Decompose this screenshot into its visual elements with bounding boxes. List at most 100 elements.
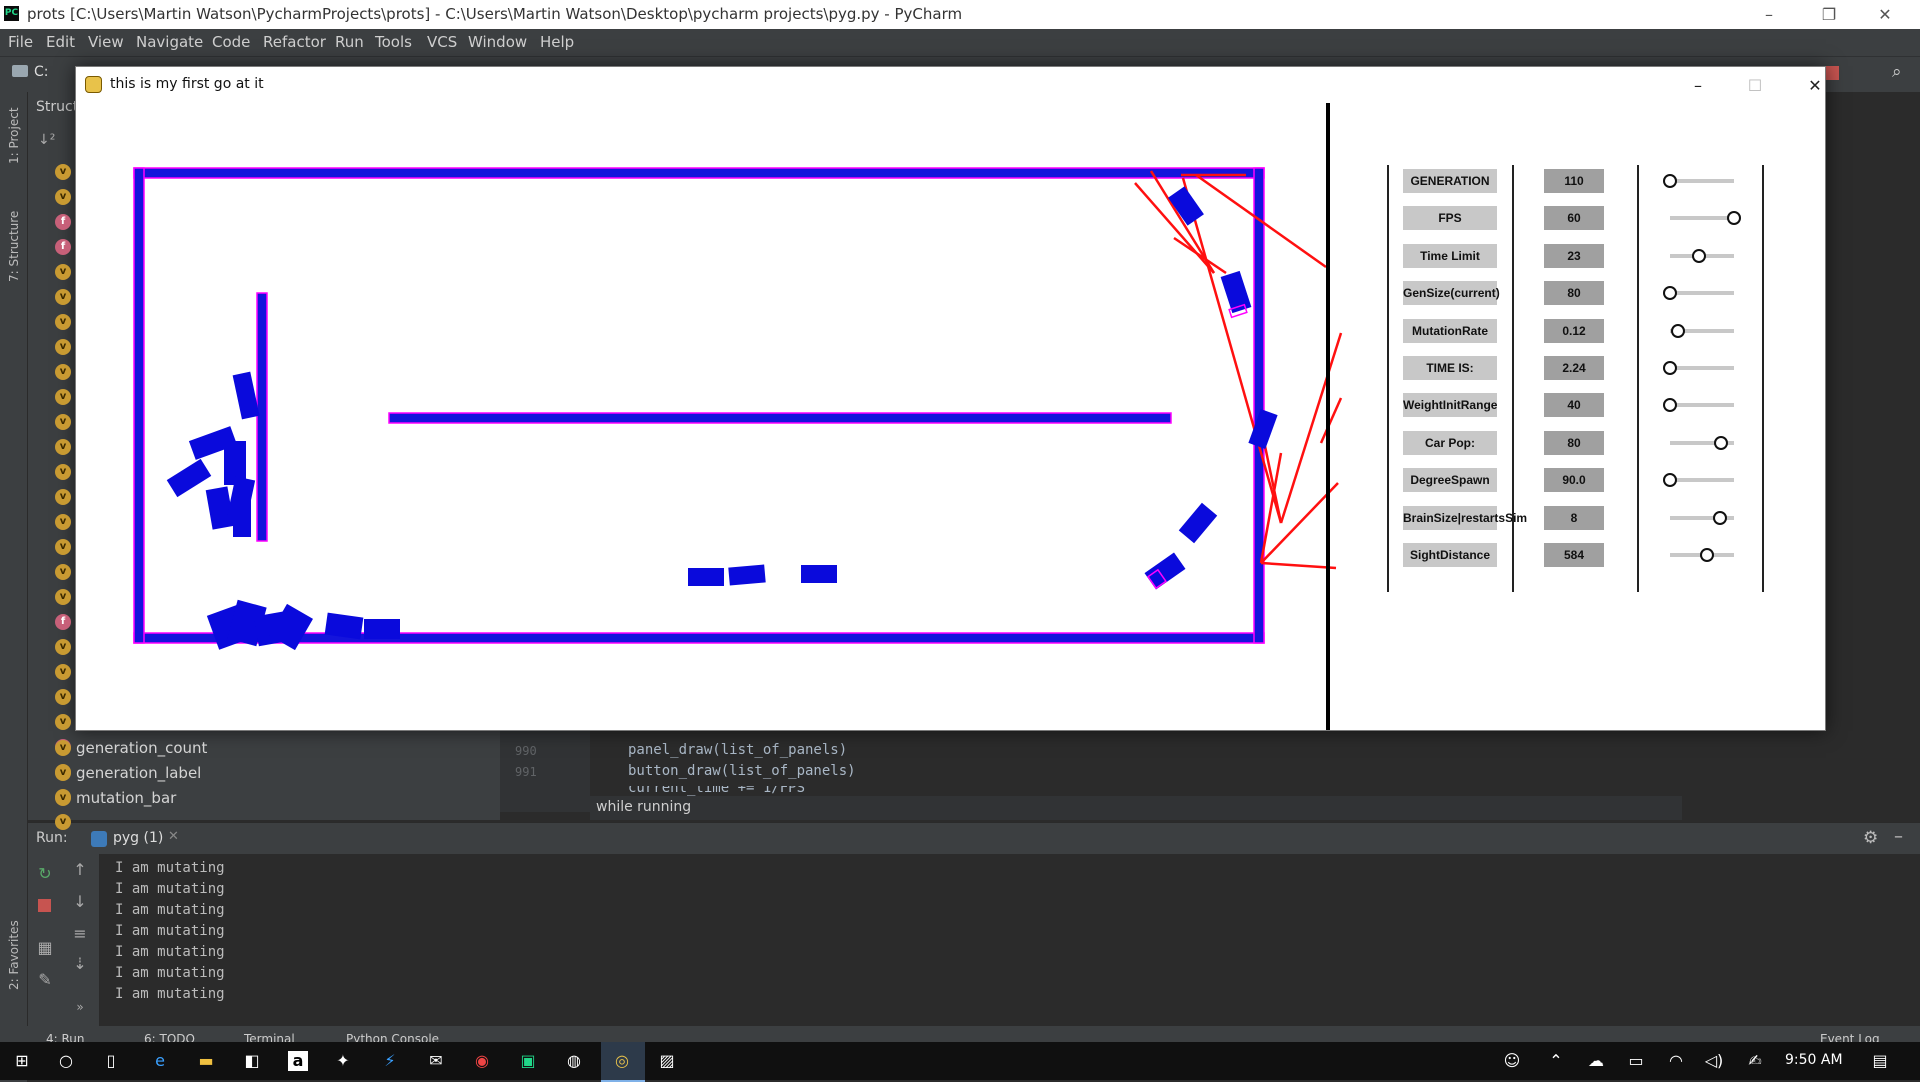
favorites-tab[interactable]: 2: Favorites — [7, 920, 21, 990]
menu-tools[interactable]: Tools — [375, 33, 412, 51]
structure-item[interactable]: generation_count — [76, 739, 207, 757]
run-tab-label[interactable]: pyg (1) — [113, 830, 163, 846]
battery-icon[interactable]: ▭ — [1626, 1051, 1646, 1071]
slider-track[interactable] — [1670, 366, 1734, 370]
menu-code[interactable]: Code — [212, 33, 250, 51]
search-icon[interactable]: ⌕ — [1892, 62, 1902, 82]
car — [688, 568, 724, 586]
windows-start-icon[interactable]: ⊞ — [12, 1051, 32, 1071]
minimize-button[interactable]: – — [1746, 0, 1792, 29]
task-view-icon[interactable]: ▯ — [101, 1051, 121, 1071]
clock[interactable]: 9:50 AM — [1785, 1052, 1843, 1068]
menu-help[interactable]: Help — [540, 33, 574, 51]
structure-item[interactable]: generation_label — [76, 764, 201, 782]
slider-knob[interactable] — [1663, 361, 1677, 375]
slider-knob[interactable] — [1670, 323, 1685, 338]
cortana-icon[interactable]: ○ — [56, 1051, 76, 1071]
chrome-icon[interactable]: ◉ — [472, 1051, 492, 1071]
hide-panel-icon[interactable]: – — [1894, 826, 1903, 847]
structure-tab[interactable]: 7: Structure — [7, 211, 21, 282]
slider-track[interactable] — [1670, 478, 1734, 483]
minimize-button[interactable]: – — [1678, 73, 1718, 99]
soft-wrap-icon[interactable]: ≡ — [70, 924, 90, 943]
control-label[interactable]: DegreeSpawn — [1403, 468, 1497, 493]
code-line[interactable]: button_draw(list_of_panels) — [628, 763, 856, 779]
arrow-down-icon[interactable]: ↓ — [70, 892, 90, 911]
project-tab[interactable]: 1: Project — [7, 107, 21, 164]
control-label[interactable]: WeightInitRange — [1403, 393, 1497, 418]
pen-icon[interactable]: ✍ — [1745, 1051, 1765, 1071]
notifications-icon[interactable]: ▤ — [1870, 1051, 1890, 1071]
python-taskbar-icon[interactable]: ◍ — [564, 1051, 584, 1071]
wifi-icon[interactable]: ◠ — [1666, 1051, 1686, 1071]
vscode-icon[interactable]: ⚡ — [380, 1051, 400, 1071]
store-icon[interactable]: ◧ — [242, 1051, 262, 1071]
pygame-taskbar-icon[interactable]: ◎ — [612, 1051, 632, 1071]
slider-track[interactable] — [1670, 403, 1734, 408]
close-button[interactable]: ✕ — [1795, 73, 1835, 99]
control-label[interactable]: TIME IS: — [1403, 356, 1497, 380]
stop-icon[interactable] — [38, 899, 51, 912]
control-label[interactable]: GENERATION — [1403, 169, 1497, 193]
menu-window[interactable]: Window — [468, 33, 527, 51]
menu-refactor[interactable]: Refactor — [263, 33, 326, 51]
scroll-to-end-icon[interactable]: ⇣ — [70, 954, 90, 973]
maximize-button[interactable]: ☐ — [1735, 73, 1775, 99]
amazon-icon[interactable]: a — [288, 1051, 308, 1071]
restore-button[interactable]: ❐ — [1806, 0, 1852, 29]
onedrive-icon[interactable]: ☁ — [1586, 1051, 1606, 1071]
tab-run[interactable]: 4: Run — [46, 1032, 85, 1042]
menu-navigate[interactable]: Navigate — [136, 33, 203, 51]
slider-knob[interactable] — [1691, 248, 1706, 263]
close-tab-icon[interactable]: ✕ — [168, 829, 179, 844]
mail-icon[interactable]: ✉ — [426, 1051, 446, 1071]
control-label[interactable]: MutationRate — [1403, 318, 1497, 343]
sort-icon[interactable]: ↓² — [38, 132, 55, 148]
menu-file[interactable]: File — [8, 33, 33, 51]
structure-item[interactable]: mutation_bar — [76, 789, 176, 807]
slider-knob[interactable] — [1712, 510, 1727, 525]
pycharm-taskbar-icon[interactable]: ▣ — [518, 1051, 538, 1071]
folder-icon[interactable] — [12, 65, 28, 77]
more-icon[interactable]: » — [70, 1000, 90, 1014]
pin-icon[interactable]: ✎ — [35, 970, 55, 989]
arrow-up-icon[interactable]: ↑ — [70, 860, 90, 879]
control-label[interactable]: Car Pop: — [1403, 430, 1497, 455]
control-label[interactable]: GenSize(current) — [1403, 281, 1500, 306]
control-label[interactable]: FPS — [1403, 206, 1497, 231]
people-icon[interactable]: ☺ — [1502, 1051, 1522, 1071]
tab-todo[interactable]: 6: TODO — [144, 1032, 195, 1042]
control-label[interactable]: SightDistance — [1403, 543, 1497, 567]
slider-knob[interactable] — [1663, 174, 1677, 188]
menu-view[interactable]: View — [88, 33, 124, 51]
layout-icon[interactable]: ▦ — [35, 938, 55, 957]
car — [233, 495, 251, 537]
volume-icon[interactable]: ◁) — [1704, 1051, 1724, 1071]
photos-icon[interactable]: ▨ — [657, 1051, 677, 1071]
close-button[interactable]: ✕ — [1862, 0, 1908, 29]
menu-run[interactable]: Run — [335, 33, 364, 51]
slider-knob[interactable] — [1700, 548, 1715, 562]
run-console[interactable] — [28, 854, 1920, 1026]
code-line[interactable]: panel_draw(list_of_panels) — [628, 742, 847, 758]
slider-track[interactable] — [1670, 216, 1734, 221]
control-label[interactable]: Time Limit — [1403, 243, 1497, 268]
menu-vcs[interactable]: VCS — [427, 33, 457, 51]
file-explorer-icon[interactable]: ▬ — [196, 1051, 216, 1071]
breadcrumb-item[interactable]: while running — [596, 799, 691, 815]
slider-track[interactable] — [1670, 179, 1734, 183]
slider-track[interactable] — [1670, 291, 1734, 296]
tab-event-log[interactable]: Event Log — [1820, 1032, 1880, 1042]
dropbox-icon[interactable]: ✦ — [333, 1051, 353, 1071]
code-line[interactable]: current_time += 1/FPS — [628, 786, 805, 796]
menu-edit[interactable]: Edit — [46, 33, 75, 51]
slider-knob[interactable] — [1714, 435, 1729, 450]
tray-chevron-icon[interactable]: ⌃ — [1546, 1051, 1566, 1071]
edge-icon[interactable]: e — [150, 1051, 170, 1071]
gear-icon[interactable]: ⚙ — [1863, 828, 1878, 848]
control-label[interactable]: BrainSize|restartsSim — [1403, 505, 1527, 530]
rerun-icon[interactable]: ↻ — [35, 864, 55, 883]
tab-python-console[interactable]: Python Console — [346, 1032, 439, 1042]
tab-terminal[interactable]: Terminal — [244, 1032, 295, 1042]
path-label[interactable]: C: — [34, 64, 49, 80]
